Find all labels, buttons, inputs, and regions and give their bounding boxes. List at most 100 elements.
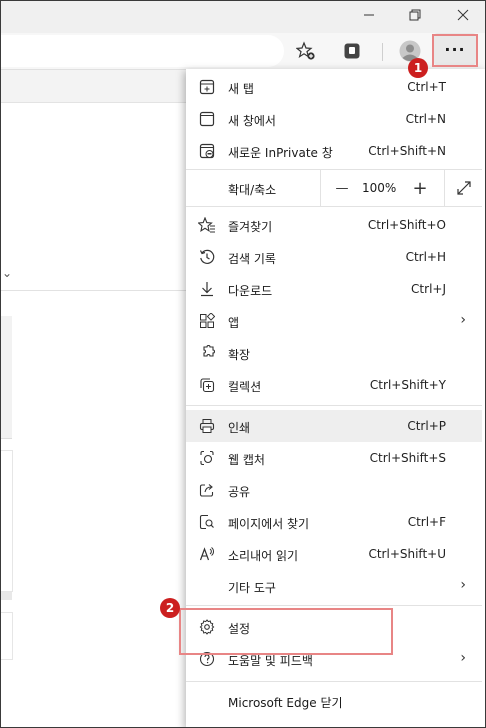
menu-item-label: 설정 [228,622,251,636]
menu-item-shortcut: Ctrl+F [407,515,446,529]
chevron-right-icon: › [460,650,466,666]
menu-item-label: 다운로드 [228,284,273,298]
restore-icon [409,9,421,21]
menu-separator [186,605,482,606]
menu-item-shortcut: Ctrl+H [405,250,446,264]
history-icon [198,248,216,266]
ellipsis-icon: ··· [444,39,466,59]
page-panel [0,612,13,660]
chevron-right-icon: › [460,577,466,593]
star-plus-icon [296,41,315,60]
zoom-separator [444,170,445,206]
menu-item-web-capture[interactable]: 웹 캡처 Ctrl+Shift+S [186,442,482,474]
restore-button[interactable] [392,0,438,30]
step-badge-2: 2 [160,598,180,618]
menu-item-shortcut: Ctrl+T [407,80,446,94]
find-icon [198,513,216,531]
menu-separator [186,206,482,207]
menu-item-settings[interactable]: 설정 [186,611,482,643]
collections-icon [198,376,216,394]
read-aloud-icon [198,545,216,563]
page-divider [0,290,186,291]
menu-item-extensions[interactable]: 확장 [186,337,482,369]
menu-item-shortcut: Ctrl+Shift+S [369,451,446,465]
menu-item-shortcut: Ctrl+P [407,419,446,433]
print-icon [198,417,216,435]
zoom-row: 확대/축소 — 100% + [186,170,482,206]
step-badge-1: 1 [408,58,428,78]
collections-button[interactable] [340,39,364,63]
page-header-strip [0,70,186,103]
menu-item-label: 컬렉션 [228,380,262,394]
menu-item-shortcut: Ctrl+J [411,282,446,296]
minimize-icon [364,14,374,16]
menu-item-label: 기타 도구 [228,581,276,595]
menu-item-find-in-page[interactable]: 페이지에서 찾기 Ctrl+F [186,506,482,538]
menu-item-shortcut: Ctrl+Shift+O [367,218,446,232]
minimize-button[interactable] [346,0,392,30]
zoom-out-button[interactable]: — [330,176,354,200]
menu-item-history[interactable]: 검색 기록 Ctrl+H [186,241,482,273]
share-icon [198,481,216,499]
settings-and-more-button[interactable]: ··· [434,33,476,65]
zoom-label: 확대/축소 [228,183,277,197]
help-icon [198,650,216,668]
menu-item-close-edge[interactable]: Microsoft Edge 닫기 [186,685,482,717]
zoom-in-button[interactable]: + [408,176,432,200]
menu-item-label: 확장 [228,348,251,362]
menu-item-label: 인쇄 [228,421,251,435]
menu-item-label: 즐겨찾기 [228,220,273,234]
menu-separator [186,681,482,682]
menu-item-more-tools[interactable]: 기타 도구 › [186,570,482,602]
menu-item-favorites[interactable]: 즐겨찾기 Ctrl+Shift+O [186,209,482,241]
plus-icon: + [412,177,428,199]
page-panel [0,592,12,600]
menu-item-new-tab[interactable]: 새 탭 Ctrl+T [186,71,482,103]
close-window-button[interactable] [440,0,486,30]
menu-item-downloads[interactable]: 다운로드 Ctrl+J [186,273,482,305]
menu-item-new-window[interactable]: 새 창에서 Ctrl+N [186,103,482,135]
menu-item-collections[interactable]: 컬렉션 Ctrl+Shift+Y [186,369,482,401]
close-icon [457,9,469,21]
menu-item-label: 앱 [228,316,240,330]
menu-item-label: 페이지에서 찾기 [228,517,310,531]
page-panel [0,450,13,592]
menu-item-inprivate[interactable]: 새로운 InPrivate 창 Ctrl+Shift+N [186,135,482,167]
fullscreen-button[interactable] [452,176,476,200]
collections-icon [344,43,360,59]
favorites-icon [198,216,216,234]
menu-item-help-feedback[interactable]: 도움말 및 피드백 › [186,643,482,675]
chevron-down-icon[interactable]: ⌄ [2,266,12,280]
extensions-icon [198,344,216,362]
title-bar [0,0,486,33]
menu-item-label: 도움말 및 피드백 [228,654,313,668]
menu-item-read-aloud[interactable]: 소리내어 읽기 Ctrl+Shift+U [186,538,482,570]
menu-separator [186,405,482,406]
inprivate-icon [198,142,216,160]
menu-item-label: 공유 [228,485,251,499]
menu-item-shortcut: Ctrl+N [405,112,446,126]
menu-item-share[interactable]: 공유 [186,474,482,506]
new-tab-icon [198,78,216,96]
zoom-separator [320,170,321,206]
add-favorite-button[interactable] [294,39,318,63]
menu-item-apps[interactable]: 앱 › [186,305,482,337]
menu-item-shortcut: Ctrl+Shift+Y [369,378,446,392]
menu-item-label: 새 창에서 [228,114,276,128]
menu-item-label: 새 탭 [228,82,254,96]
menu-item-shortcut: Ctrl+Shift+N [368,144,446,158]
toolbar-separator [382,43,383,61]
menu-item-label: 검색 기록 [228,252,276,266]
address-bar[interactable] [0,35,284,67]
chevron-right-icon: › [460,312,466,328]
minus-icon: — [335,180,349,196]
download-icon [198,280,216,298]
web-capture-icon [198,449,216,467]
new-window-icon [198,110,216,128]
zoom-value: 100% [362,181,397,195]
menu-item-print[interactable]: 인쇄 Ctrl+P [186,410,482,442]
gear-icon [198,618,216,636]
menu-item-label: Microsoft Edge 닫기 [228,696,343,710]
apps-icon [198,312,216,330]
page-panel [0,316,12,439]
